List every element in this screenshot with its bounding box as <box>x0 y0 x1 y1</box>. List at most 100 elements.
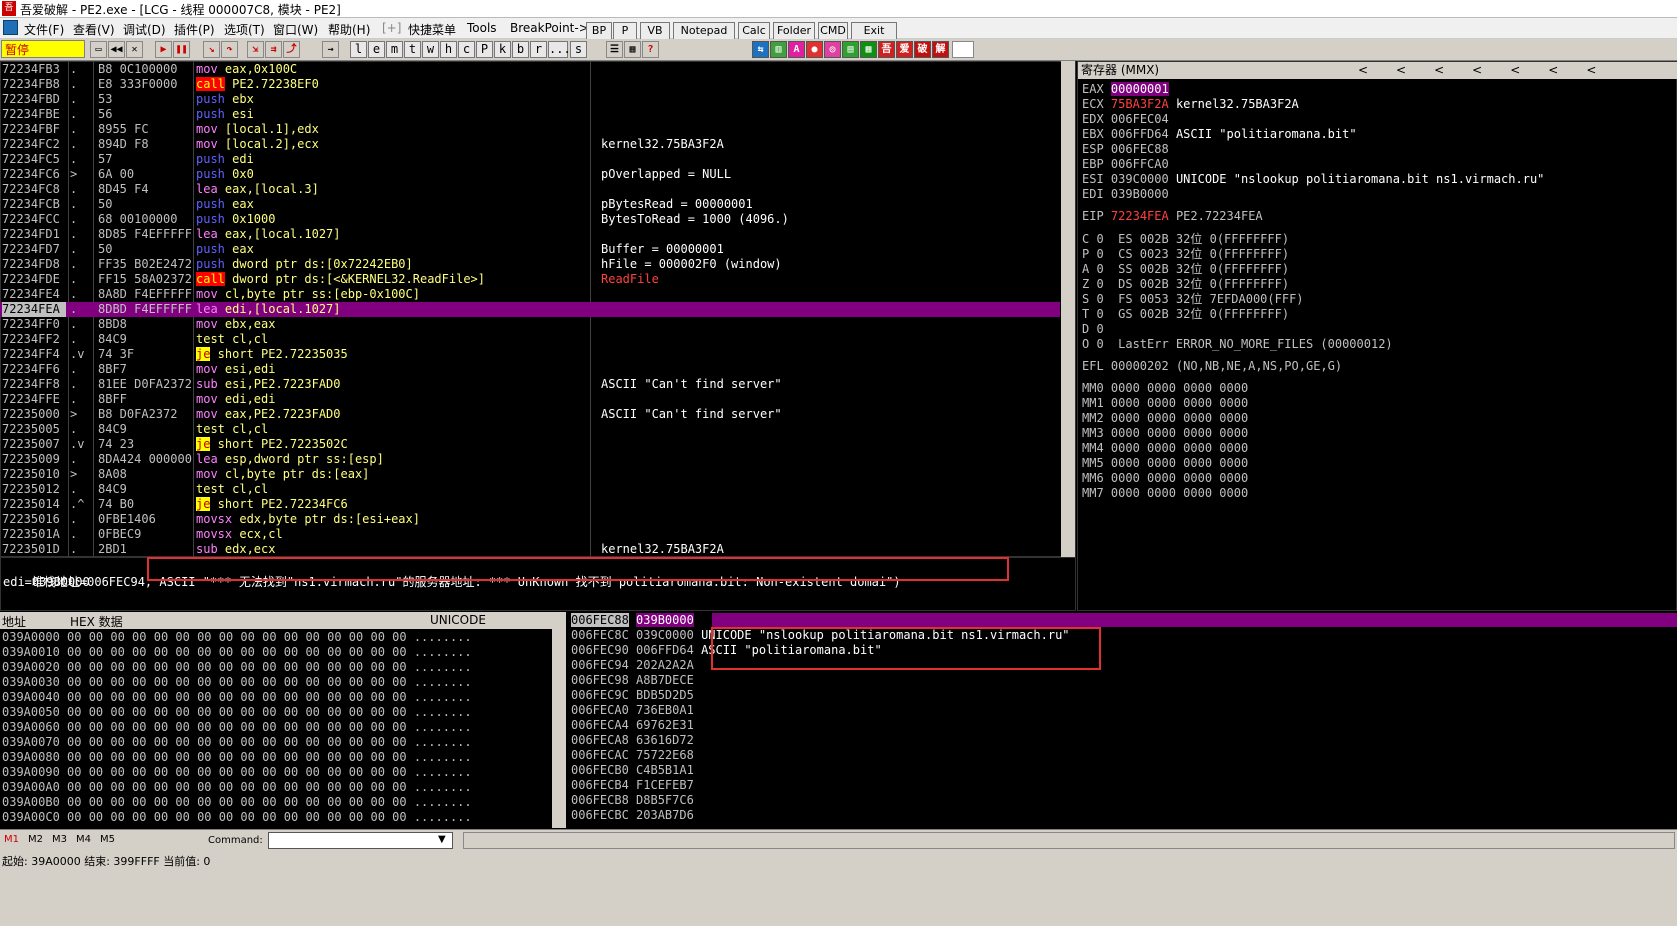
register-eip[interactable]: EIP 72234FEA PE2.72234FEA <box>1082 209 1263 224</box>
disasm-row[interactable]: 72235005. 84C9 test cl,cl <box>0 422 1060 437</box>
menu-options[interactable]: 选项(T) <box>224 21 265 38</box>
disasm-row[interactable]: 72234FF0. 8BD8 mov ebx,eax <box>0 317 1060 332</box>
stack-row[interactable]: 006FECA4 69762E31 <box>571 718 701 733</box>
register-mmx[interactable]: MM7 0000 0000 0000 0000 <box>1082 486 1248 501</box>
register-mmx[interactable]: MM3 0000 0000 0000 0000 <box>1082 426 1248 441</box>
plugin-notepad-button[interactable]: Notepad <box>673 22 735 40</box>
stack-row[interactable]: 006FECA8 63616D72 <box>571 733 701 748</box>
menu-window[interactable]: 窗口(W) <box>273 21 318 38</box>
disasm-row[interactable]: 72234FC8. 8D45 F4 lea eax,[local.3] <box>0 182 1060 197</box>
disasm-row[interactable]: 72234FC2. 894D F8 mov [local.2],ecx kernel3… <box>0 137 1060 152</box>
disasm-row[interactable]: 72234FBD. 53 push ebx <box>0 92 1060 107</box>
disasm-row[interactable]: 72234FF4 .v 74 3F je short PE2.72235035 <box>0 347 1060 362</box>
disasm-row[interactable]: 72234FE4. 8A8D F4EFFFFF mov cl,byte ptr ss… <box>0 287 1060 302</box>
dump-row[interactable]: 039A0070 00 00 00 00 00 00 00 00 00 00 0… <box>2 735 472 750</box>
trace-over-icon[interactable]: ⇉ <box>265 41 282 58</box>
disasm-row[interactable]: 72234FF6. 8BF7 mov esi,edi <box>0 362 1060 377</box>
disasm-row[interactable]: 72235007 .v 74 23 je short PE2.7223502C <box>0 437 1060 452</box>
plugin-calc-button[interactable]: Calc <box>738 22 770 40</box>
stack-row[interactable]: 006FEC9C BDB5D2D5 <box>571 688 701 703</box>
toolbar-t-button[interactable]: t <box>404 41 421 58</box>
pause-icon[interactable]: ❚❚ <box>173 41 190 58</box>
plugin-bp-button[interactable]: BP <box>586 22 612 40</box>
register-mmx[interactable]: MM1 0000 0000 0000 0000 <box>1082 396 1248 411</box>
toolbar-s-button[interactable]: s <box>570 41 587 58</box>
toolbar-w-button[interactable]: w <box>422 41 439 58</box>
toolbar-h-button[interactable]: h <box>440 41 457 58</box>
toolbar-m-button[interactable]: m <box>386 41 403 58</box>
po-icon[interactable]: 破 <box>914 41 931 58</box>
dump-row[interactable]: 039A0030 00 00 00 00 00 00 00 00 00 00 0… <box>2 675 472 690</box>
disasm-row[interactable]: 72234FCB. 50 push eax pBytesRead = 00000001 <box>0 197 1060 212</box>
plugin-a-icon[interactable]: A <box>788 41 805 58</box>
register-esi[interactable]: ESI 039C0000 UNICODE "nslookup politiaro… <box>1082 172 1544 187</box>
target-icon[interactable]: ◎ <box>824 41 841 58</box>
stack-row[interactable]: 006FECAC 75722E68 <box>571 748 701 763</box>
register-mmx[interactable]: MM0 0000 0000 0000 0000 <box>1082 381 1248 396</box>
dump-row[interactable]: 039A0060 00 00 00 00 00 00 00 00 00 00 0… <box>2 720 472 735</box>
run-icon[interactable]: ▶ <box>155 41 172 58</box>
disasm-row[interactable]: 72235010 >8A08 mov cl,byte ptr ds:[eax] <box>0 467 1060 482</box>
stack-row[interactable]: 006FECBC 203AB7D6 <box>571 808 701 823</box>
dump-row[interactable]: 039A00A0 00 00 00 00 00 00 00 00 00 00 0… <box>2 780 472 795</box>
dump-row[interactable]: 039A0090 00 00 00 00 00 00 00 00 00 00 0… <box>2 765 472 780</box>
disasm-row[interactable]: 72234FD8. FF35 B02E2472 push dword ptr ds:… <box>0 257 1060 272</box>
flag-row[interactable]: Z 0 DS 002B 32位 0(FFFFFFFF) <box>1082 277 1289 292</box>
stack-row[interactable]: 006FECA0 736EB0A1 <box>571 703 701 718</box>
flag-row[interactable]: O 0 LastErr ERROR_NO_MORE_FILES (0000001… <box>1082 337 1393 352</box>
register-mmx[interactable]: MM4 0000 0000 0000 0000 <box>1082 441 1248 456</box>
register-eax[interactable]: EAX 00000001 <box>1082 82 1176 97</box>
memory-dump-pane[interactable]: 039A0000 00 00 00 00 00 00 00 00 00 00 0… <box>0 629 552 829</box>
disasm-row[interactable]: 72234FD1. 8D85 F4EFFFFF lea eax,[local.102… <box>0 227 1060 242</box>
stack-row[interactable]: 006FEC98 A8B7DECE <box>571 673 701 688</box>
open-icon[interactable]: ▭ <box>90 41 107 58</box>
plugin-vb-button[interactable]: VB <box>640 22 670 40</box>
tab-m5[interactable]: M5 <box>100 834 115 845</box>
step-over-icon[interactable]: ↷ <box>221 41 238 58</box>
register-edx[interactable]: EDX 006FEC04 <box>1082 112 1176 127</box>
system-menu-icon[interactable] <box>3 20 18 35</box>
tab-m4[interactable]: M4 <box>76 834 91 845</box>
dump-row[interactable]: 039A0080 00 00 00 00 00 00 00 00 00 00 0… <box>2 750 472 765</box>
close-file-icon[interactable]: ✕ <box>126 41 143 58</box>
menu-shortcut[interactable]: 快捷菜单 <box>408 21 456 38</box>
disasm-row[interactable]: 72234FC5. 57 push edi <box>0 152 1060 167</box>
tab-m2[interactable]: M2 <box>28 834 43 845</box>
record-icon[interactable]: ● <box>806 41 823 58</box>
register-ecx[interactable]: ECX 75BA3F2A kernel32.75BA3F2A <box>1082 97 1299 112</box>
flag-row[interactable]: D 0 <box>1082 322 1104 337</box>
toolbar-r-button[interactable]: r <box>530 41 547 58</box>
registers-pane[interactable]: 寄存器 (MMX) <<<<<<< EAX 00000001 ECX 75BA3… <box>1077 61 1677 611</box>
toolbar-c-button[interactable]: c <box>458 41 475 58</box>
disasm-row[interactable]: 72234FEA. 8DBD F4EFFFFF lea edi,[local.102… <box>0 302 1060 317</box>
stack-row[interactable]: 006FECB0 C4B5B1A1 <box>571 763 701 778</box>
register-ebx[interactable]: EBX 006FFD64 ASCII "politiaromana.bit" <box>1082 127 1357 142</box>
list-icon[interactable]: ☰ <box>606 41 623 58</box>
dump-scrollbar[interactable] <box>552 612 566 828</box>
disasm-row[interactable]: 72234FC6 >6A 00 push 0x0 pOverlapped = NULL <box>0 167 1060 182</box>
cpu-scrollbar[interactable] <box>1061 61 1075 557</box>
dump-row[interactable]: 039A0040 00 00 00 00 00 00 00 00 00 00 0… <box>2 690 472 705</box>
register-mmx[interactable]: MM5 0000 0000 0000 0000 <box>1082 456 1248 471</box>
disasm-row[interactable]: 72234FDE. FF15 58A02372 call dword ptr ds:… <box>0 272 1060 287</box>
flag-row[interactable]: A 0 SS 002B 32位 0(FFFFFFFF) <box>1082 262 1289 277</box>
disasm-row[interactable]: 72234FBE. 56 push esi <box>0 107 1060 122</box>
disasm-row[interactable]: 72234FF8. 81EE D0FA2372 sub esi,PE2.7223FA… <box>0 377 1060 392</box>
stack-row[interactable]: 006FEC88 039B0000 <box>571 613 701 628</box>
register-esp[interactable]: ESP 006FEC88 <box>1082 142 1176 157</box>
register-efl[interactable]: EFL 00000202 (NO,NB,NE,A,NS,PO,GE,G) <box>1082 359 1342 374</box>
stack-row[interactable]: 006FEC94 202A2A2A <box>571 658 701 673</box>
menu-help[interactable]: 帮助(H) <box>328 21 370 38</box>
chart-icon[interactable]: ▤ <box>842 41 859 58</box>
goto-icon[interactable]: → <box>322 41 339 58</box>
command-dropdown-icon[interactable]: ▼ <box>438 834 446 845</box>
dump-row[interactable]: 039A0020 00 00 00 00 00 00 00 00 00 00 0… <box>2 660 472 675</box>
plugin-cmd-button[interactable]: CMD <box>818 22 848 40</box>
flag-row[interactable]: C 0 ES 002B 32位 0(FFFFFFFF) <box>1082 232 1289 247</box>
jie-icon[interactable]: 解 <box>932 41 949 58</box>
grid-icon[interactable]: ▦ <box>624 41 641 58</box>
disasm-row[interactable]: 72234FBF. 8955 FC mov [local.1],edx <box>0 122 1060 137</box>
menu-tools[interactable]: Tools <box>467 21 497 35</box>
disasm-row[interactable]: 72234FD7. 50 push eax Buffer = 00000001 <box>0 242 1060 257</box>
dump-row[interactable]: 039A00C0 00 00 00 00 00 00 00 00 00 00 0… <box>2 810 472 825</box>
